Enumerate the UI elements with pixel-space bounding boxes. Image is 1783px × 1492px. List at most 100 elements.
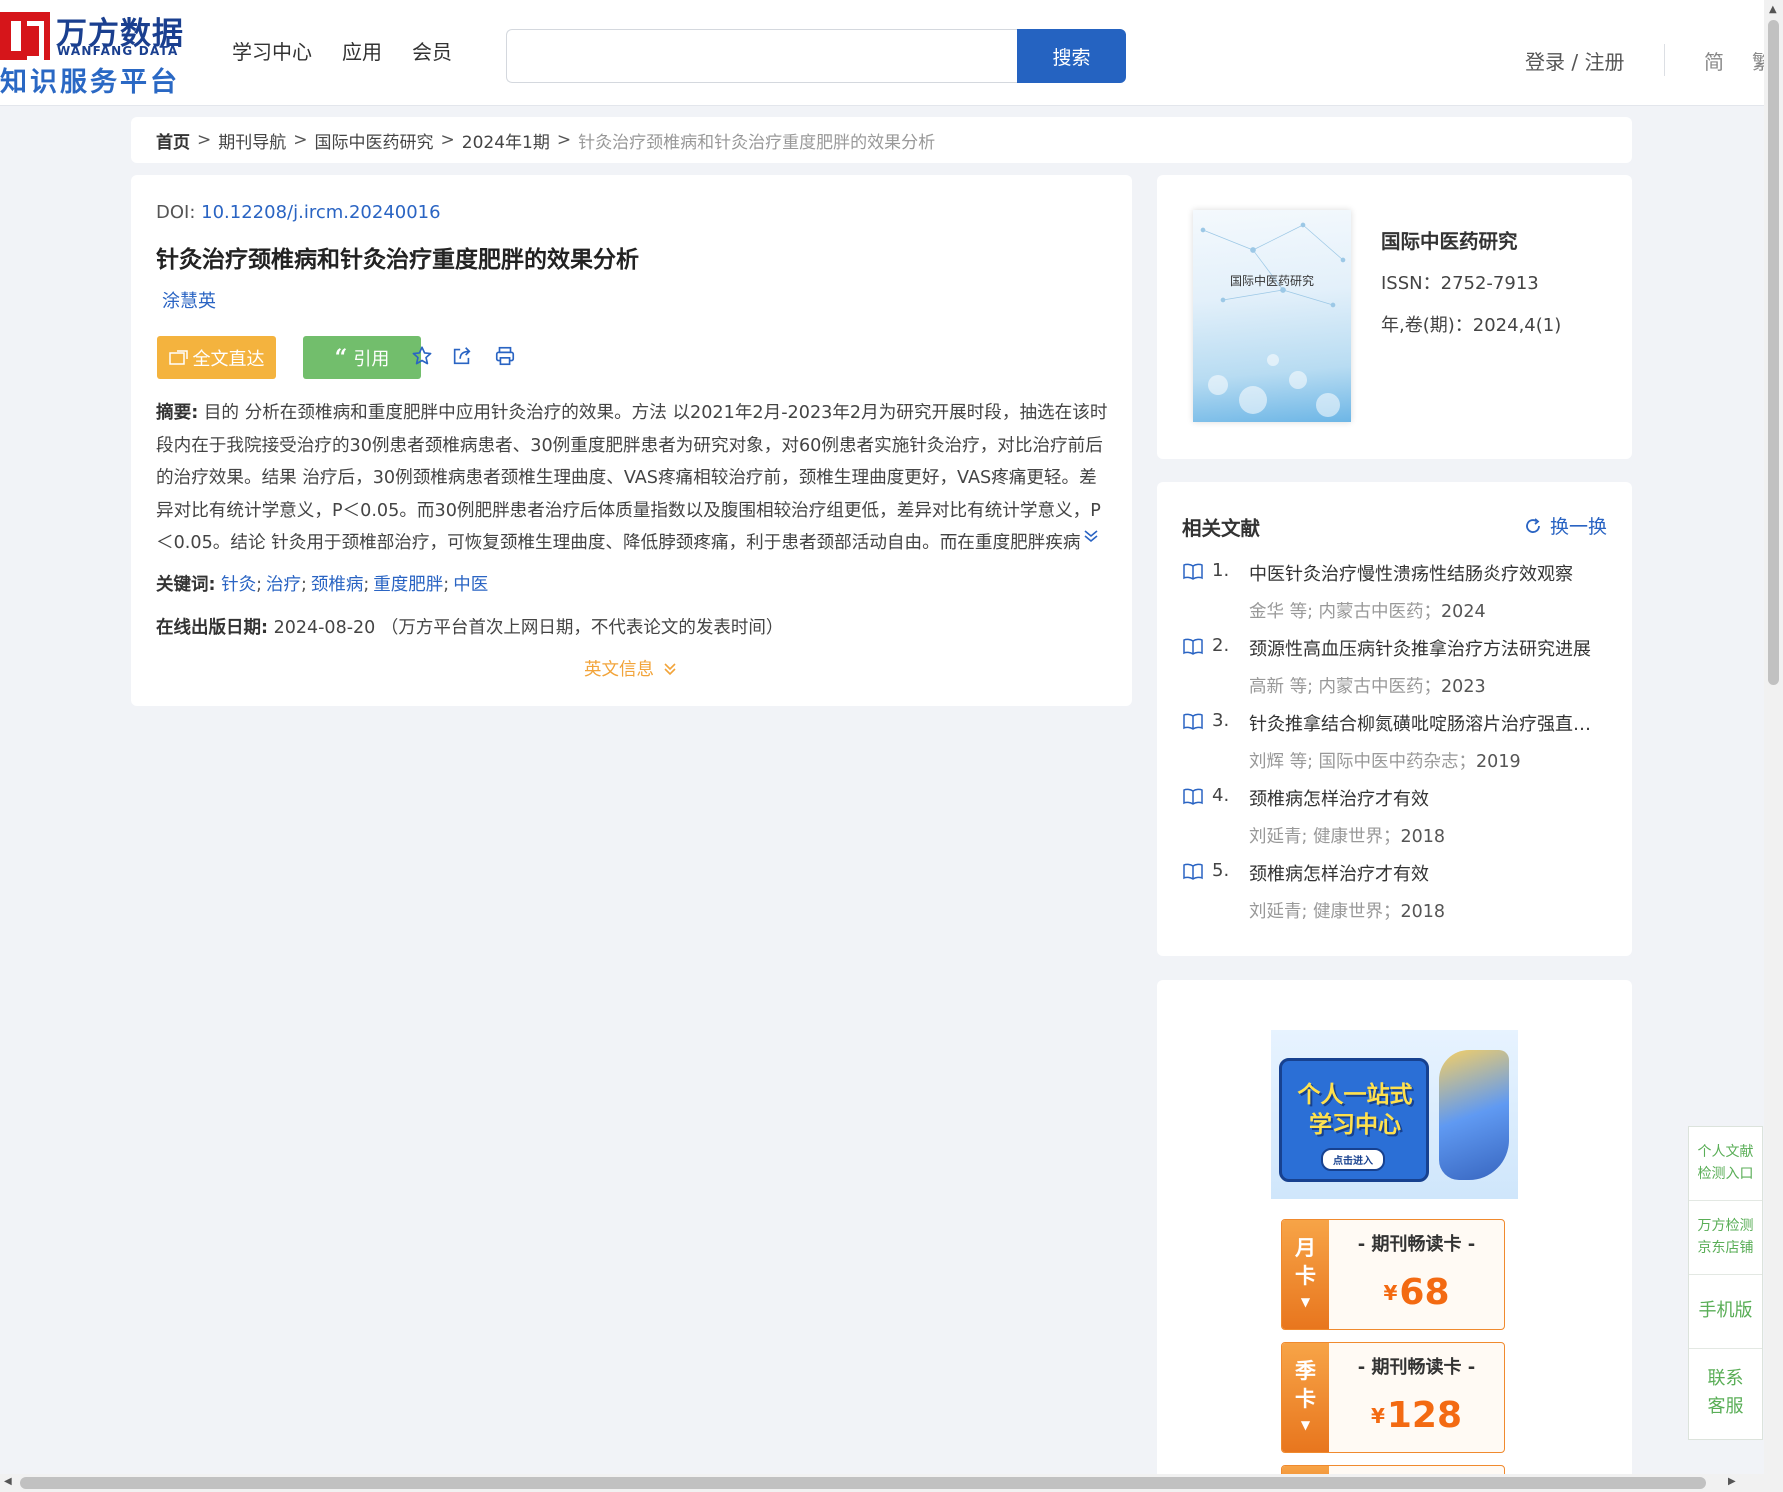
related-item[interactable]: 3. 针灸推拿结合柳氮磺吡啶肠溶片治疗强直性... 刘辉 等; 国际中医中药杂志…	[1182, 710, 1622, 785]
journal-cover[interactable]: 国际中医药研究	[1193, 210, 1351, 422]
related-year: 2024	[1441, 602, 1486, 622]
nav-learning-center[interactable]: 学习中心	[232, 36, 312, 65]
search-button[interactable]: 搜索	[1017, 29, 1126, 83]
pubdate: 在线出版日期: 2024-08-20 （万方平台首次上网日期，不代表论文的发表时…	[156, 614, 783, 639]
horizontal-scrollbar[interactable]: ◀ ▶	[0, 1474, 1783, 1492]
related-title[interactable]: 中医针灸治疗慢性溃疡性结肠炎疗效观察	[1249, 560, 1605, 586]
pubdate-label: 在线出版日期:	[156, 618, 268, 638]
banner-illustration	[1439, 1050, 1509, 1180]
cite-button[interactable]: “ 引用	[303, 336, 421, 379]
refresh-icon	[1526, 517, 1540, 533]
price-value: 68	[1399, 1272, 1450, 1313]
card-type-label: 月卡	[1295, 1236, 1316, 1288]
keyword-link[interactable]: 针灸	[221, 575, 256, 595]
float-jd-store[interactable]: 万方检测京东店铺	[1689, 1201, 1762, 1275]
search-input[interactable]	[506, 29, 1018, 83]
print-icon[interactable]	[492, 343, 518, 369]
keyword-link[interactable]: 治疗	[266, 575, 301, 595]
price-value: 128	[1386, 1395, 1463, 1436]
breadcrumb-sep: >	[293, 130, 308, 150]
keyword-sep: ;	[256, 575, 262, 595]
float-plagiarism-check[interactable]: 个人文献检测入口	[1689, 1141, 1762, 1201]
learning-center-banner[interactable]: 个人一站式 学习中心 点击进入	[1271, 1030, 1518, 1199]
scroll-up-icon[interactable]: ▲	[1769, 4, 1777, 15]
book-icon	[1183, 563, 1203, 580]
nav-apps[interactable]: 应用	[342, 36, 382, 65]
nav-membership[interactable]: 会员	[412, 36, 452, 65]
related-meta: 高新 等; 内蒙古中医药；2023	[1249, 673, 1486, 698]
related-item[interactable]: 5. 颈椎病怎样治疗才有效 刘延青; 健康世界；2018	[1182, 860, 1622, 935]
related-item[interactable]: 4. 颈椎病怎样治疗才有效 刘延青; 健康世界；2018	[1182, 785, 1622, 860]
related-number: 4.	[1212, 785, 1230, 806]
card-type-label: 季卡	[1295, 1359, 1316, 1411]
related-source: 内蒙古中医药；	[1318, 677, 1442, 697]
related-year: 2023	[1441, 677, 1486, 697]
refresh-button[interactable]: 换一换	[1524, 512, 1607, 539]
related-list: 1. 中医针灸治疗慢性溃疡性结肠炎疗效观察 金华 等; 内蒙古中医药；2024 …	[1182, 560, 1622, 935]
breadcrumb-sep: >	[440, 130, 455, 150]
journal-issn: ISSN：2752-7913	[1381, 273, 1539, 294]
lang-traditional[interactable]: 繁	[1752, 46, 1764, 75]
abstract-text: 目的 分析在颈椎病和重度肥胖中应用针灸治疗的效果。方法 以2021年2月-202…	[156, 403, 1108, 553]
related-source: 健康世界；	[1312, 827, 1401, 847]
keyword-sep: ;	[363, 575, 370, 595]
lang-simplified[interactable]: 简	[1704, 46, 1724, 75]
related-title[interactable]: 颈椎病怎样治疗才有效	[1249, 860, 1605, 886]
monthly-card[interactable]: 月卡 ▼ - 期刊畅读卡 - ¥68	[1281, 1219, 1505, 1330]
horizontal-scroll-thumb[interactable]	[20, 1477, 1706, 1489]
fulltext-label: 全文直达	[192, 348, 265, 370]
login-register-link[interactable]: 登录 / 注册	[1525, 46, 1624, 75]
journal-name[interactable]: 国际中医药研究	[1381, 225, 1518, 254]
keyword-link[interactable]: 颈椎病	[311, 575, 364, 595]
book-icon	[1183, 638, 1203, 655]
breadcrumb-journal[interactable]: 国际中医药研究	[315, 128, 434, 153]
scroll-right-icon[interactable]: ▶	[1728, 1476, 1736, 1487]
related-meta: 刘延青; 健康世界；2018	[1249, 898, 1445, 923]
wanfang-logo[interactable]: 万方数据 WANFANG DATA 知识服务平台	[0, 8, 190, 98]
quarterly-card[interactable]: 季卡 ▼ - 期刊畅读卡 - ¥128	[1281, 1342, 1505, 1453]
fulltext-button[interactable]: 全文直达	[157, 336, 276, 379]
related-meta: 金华 等; 内蒙古中医药；2024	[1249, 598, 1486, 623]
share-icon[interactable]	[449, 343, 475, 369]
keyword-link[interactable]: 中医	[453, 575, 488, 595]
related-item[interactable]: 2. 颈源性高血压病针灸推拿治疗方法研究进展 高新 等; 内蒙古中医药；2023	[1182, 635, 1622, 710]
related-title[interactable]: 颈椎病怎样治疗才有效	[1249, 785, 1605, 811]
related-meta: 刘延青; 健康世界；2018	[1249, 823, 1445, 848]
related-literature-card: 相关文献 换一换 1. 中医针灸治疗慢性溃疡性结肠炎疗效观察 金华 等; 内蒙古…	[1157, 482, 1632, 956]
related-title[interactable]: 颈源性高血压病针灸推拿治疗方法研究进展	[1249, 635, 1605, 661]
related-year: 2019	[1476, 752, 1521, 772]
card-type: 季卡 ▼	[1282, 1343, 1329, 1452]
breadcrumb: 首页 > 期刊导航 > 国际中医药研究 > 2024年1期 > 针灸治疗颈椎病和…	[131, 117, 1632, 163]
favorite-star-icon[interactable]	[409, 343, 435, 369]
breadcrumb-sep: >	[197, 130, 212, 150]
card-type: 月卡 ▼	[1282, 1220, 1329, 1329]
article-card: DOI: 10.12208/j.ircm.20240016 针灸治疗颈椎病和针灸…	[131, 175, 1132, 706]
keyword-link[interactable]: 重度肥胖	[373, 575, 443, 595]
top-nav: 学习中心 应用 会员	[232, 36, 452, 65]
vertical-scroll-thumb[interactable]	[1768, 20, 1779, 685]
pubdate-value: 2024-08-20	[273, 618, 376, 638]
related-year: 2018	[1400, 902, 1446, 922]
breadcrumb-journal-nav[interactable]: 期刊导航	[218, 128, 286, 153]
breadcrumb-home[interactable]: 首页	[156, 128, 190, 153]
keywords: 关键词: 针灸; 治疗; 颈椎病; 重度肥胖; 中医	[156, 571, 488, 596]
fulltext-icon	[168, 349, 188, 365]
quote-icon: “	[334, 344, 348, 371]
doi-link[interactable]: 10.12208/j.ircm.20240016	[201, 202, 440, 223]
related-heading: 相关文献	[1182, 517, 1261, 540]
float-customer-service[interactable]: 联系客服	[1689, 1349, 1762, 1439]
float-mobile[interactable]: 手机版	[1689, 1275, 1762, 1349]
breadcrumb-issue[interactable]: 2024年1期	[462, 128, 550, 153]
english-info-toggle[interactable]: 英文信息	[584, 656, 678, 681]
header: 万方数据 WANFANG DATA 知识服务平台 学习中心 应用 会员 搜索 登…	[0, 0, 1764, 106]
related-title[interactable]: 针灸推拿结合柳氮磺吡啶肠溶片治疗强直性...	[1249, 710, 1605, 736]
related-item[interactable]: 1. 中医针灸治疗慢性溃疡性结肠炎疗效观察 金华 等; 内蒙古中医药；2024	[1182, 560, 1622, 635]
related-number: 2.	[1212, 635, 1230, 656]
scroll-left-icon[interactable]: ◀	[4, 1476, 12, 1487]
abstract-expand-icon[interactable]	[1083, 528, 1099, 547]
banner-line2: 学习中心	[1309, 1112, 1401, 1138]
author-link[interactable]: 涂慧英	[162, 287, 216, 313]
doi-line: DOI: 10.12208/j.ircm.20240016	[156, 202, 441, 223]
vertical-scrollbar[interactable]: ▲	[1764, 0, 1783, 1474]
chevron-double-down-icon	[664, 662, 676, 675]
